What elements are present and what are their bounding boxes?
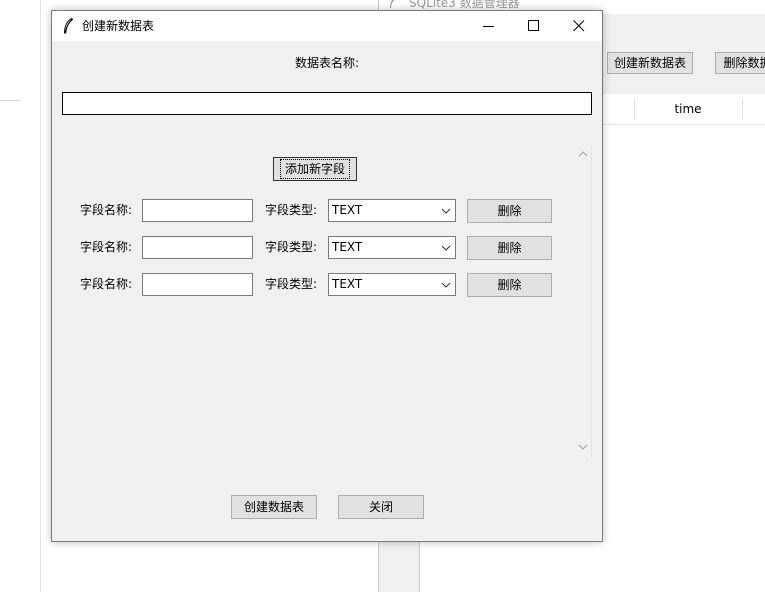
field-name-input[interactable] (142, 273, 253, 296)
delete-data-button[interactable]: 删除数据 (715, 52, 765, 74)
close-dialog-button[interactable]: 关闭 (338, 495, 424, 519)
add-field-button[interactable]: 添加新字段 (273, 157, 357, 181)
create-table-submit-button[interactable]: 创建数据表 (231, 495, 317, 519)
background-divider (0, 100, 20, 101)
dialog-titlebar[interactable]: 创建新数据表 (52, 11, 602, 41)
chevron-down-icon (441, 245, 451, 251)
create-table-button[interactable]: 创建新数据表 (607, 52, 693, 74)
feather-icon (390, 0, 395, 8)
field-type-label: 字段类型: (265, 240, 318, 254)
delete-field-button[interactable]: 删除 (467, 273, 552, 297)
table-name-label: 数据表名称: (294, 56, 360, 70)
close-button[interactable] (556, 11, 602, 41)
field-type-label: 字段类型: (265, 203, 318, 217)
fields-scrollbar[interactable] (575, 146, 592, 458)
minimize-icon (483, 26, 494, 27)
background-left-panel (0, 0, 41, 592)
field-type-label: 字段类型: (265, 277, 318, 291)
field-type-value: TEXT (332, 203, 363, 217)
create-table-dialog: 创建新数据表 数据表名称: 添加新字段 字段名称: 字段类型: TEXT 删除 (51, 10, 603, 542)
field-type-select[interactable]: TEXT (328, 273, 456, 296)
maximize-button[interactable] (511, 11, 557, 41)
scrollbar-track[interactable] (575, 146, 592, 458)
field-type-value: TEXT (332, 277, 363, 291)
chevron-up-icon[interactable] (578, 149, 588, 159)
delete-field-button[interactable]: 删除 (467, 199, 552, 223)
maximize-icon (528, 20, 539, 31)
field-name-input[interactable] (142, 236, 253, 259)
field-type-select[interactable]: TEXT (328, 199, 456, 222)
feather-icon (63, 18, 73, 34)
field-name-label: 字段名称: (80, 240, 133, 254)
field-name-label: 字段名称: (80, 203, 133, 217)
table-name-input[interactable] (62, 92, 592, 115)
delete-field-button[interactable]: 删除 (467, 236, 552, 260)
column-separator (742, 98, 743, 120)
minimize-button[interactable] (466, 11, 512, 41)
dialog-title: 创建新数据表 (82, 19, 155, 33)
add-field-button-label: 添加新字段 (279, 159, 351, 179)
close-icon (573, 20, 585, 32)
column-header-time[interactable]: time (634, 94, 742, 124)
chevron-down-icon (441, 208, 451, 214)
field-type-select[interactable]: TEXT (328, 236, 456, 259)
field-name-label: 字段名称: (80, 277, 133, 291)
chevron-down-icon[interactable] (578, 442, 588, 452)
field-name-input[interactable] (142, 199, 253, 222)
chevron-down-icon (441, 282, 451, 288)
field-type-value: TEXT (332, 240, 363, 254)
